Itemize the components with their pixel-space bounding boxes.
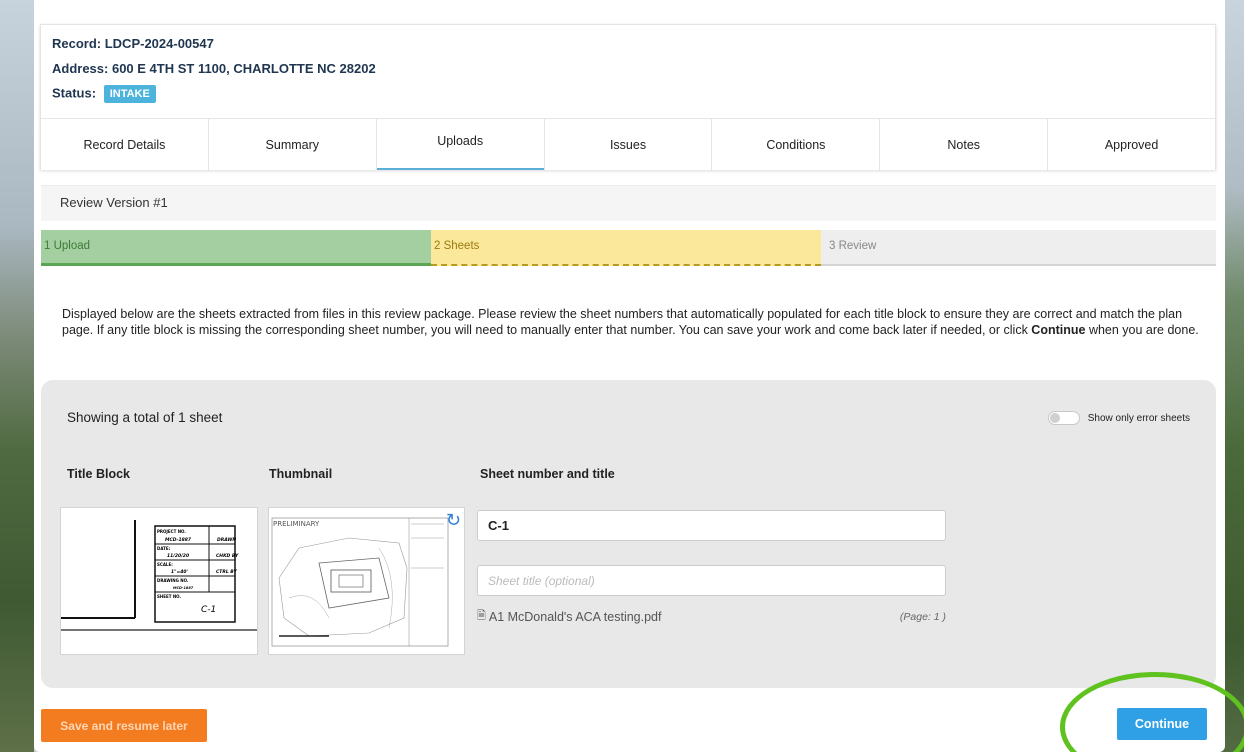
error-sheets-toggle[interactable] — [1047, 411, 1080, 425]
tab-uploads[interactable]: Uploads — [376, 119, 545, 170]
title-block-drawing: PROJECT NO. MCD-1887 DATE: 11/20/20 SCAL… — [61, 520, 257, 631]
pdf-file-icon: 🗎 — [477, 610, 486, 622]
tb-drawing-value: MCD-1887 — [173, 586, 194, 590]
toggle-knob — [1049, 413, 1060, 423]
thumbnail-preliminary-text: PRELIMINARY — [273, 520, 320, 528]
tb-project-label: PROJECT NO. — [157, 529, 186, 534]
column-sheet-number-title: Sheet number and title — [480, 467, 615, 481]
sheet-total-label: Showing a total of 1 sheet — [67, 410, 223, 425]
column-title-block: Title Block — [67, 467, 130, 481]
instructions-text: Displayed below are the sheets extracted… — [62, 306, 1212, 338]
status-badge: INTAKE — [103, 85, 156, 103]
tb-project-value: MCD-1887 — [165, 537, 192, 543]
record-tabs: Record Details Summary Uploads Issues Co… — [41, 118, 1216, 170]
instructions-continue-bold: Continue — [1031, 323, 1086, 337]
instructions-part1: Displayed below are the sheets extracted… — [62, 307, 1183, 337]
record-id: Record: LDCP-2024-00547 — [52, 36, 214, 51]
sheet-number-input[interactable] — [477, 510, 946, 541]
sheet-title-input[interactable] — [477, 565, 946, 596]
background-left — [0, 0, 34, 752]
source-page-number: (Page: 1 ) — [899, 610, 946, 623]
save-and-resume-button[interactable]: Save and resume later — [41, 709, 207, 742]
tab-issues[interactable]: Issues — [544, 119, 713, 170]
step-upload[interactable]: 1 Upload — [41, 230, 431, 266]
tb-drawing-label: DRAWING NO. — [157, 578, 189, 583]
tb-date-label: DATE: — [157, 546, 171, 551]
title-block-preview[interactable]: PROJECT NO. MCD-1887 DATE: 11/20/20 SCAL… — [60, 507, 258, 655]
review-version-header: Review Version #1 — [41, 185, 1216, 221]
tab-notes[interactable]: Notes — [880, 119, 1049, 170]
tab-conditions[interactable]: Conditions — [712, 119, 881, 170]
tab-summary[interactable]: Summary — [208, 119, 377, 170]
tb-sheet-label: SHEET NO. — [157, 594, 181, 599]
tb-date-value: 11/20/20 — [167, 553, 189, 559]
step-sheets[interactable]: 2 Sheets — [431, 230, 821, 266]
tb-chkd-label: CHKD BY — [216, 553, 239, 559]
tb-sheet-value: C-1 — [201, 605, 216, 615]
tb-scale-value: 1"=40' — [171, 569, 188, 575]
tab-record-details[interactable]: Record Details — [41, 119, 209, 170]
error-sheets-toggle-label: Show only error sheets — [1087, 412, 1190, 424]
tb-drawn-label: DRAWN — [217, 537, 236, 543]
sheet-thumbnail[interactable]: PRELIMINARY ↻ — [268, 507, 465, 655]
sheet-review-area: Showing a total of 1 sheet Show only err… — [41, 380, 1216, 688]
tab-approved[interactable]: Approved — [1048, 119, 1216, 170]
source-file-name[interactable]: A1 McDonald's ACA testing.pdf — [489, 610, 662, 624]
record-header-card: Record: LDCP-2024-00547 Address: 600 E 4… — [40, 24, 1216, 170]
record-panel: Record: LDCP-2024-00547 Address: 600 E 4… — [34, 0, 1225, 752]
column-thumbnail: Thumbnail — [269, 467, 333, 481]
instructions-part2: when you are done. — [1085, 323, 1199, 337]
status-label: Status: — [52, 85, 97, 101]
record-address: Address: 600 E 4TH ST 1100, CHARLOTTE NC… — [52, 61, 376, 76]
continue-button[interactable]: Continue — [1117, 708, 1207, 740]
progress-steps: 1 Upload 2 Sheets 3 Review — [41, 230, 1216, 266]
source-file-row: 🗎 A1 McDonald's ACA testing.pdf (Page: 1… — [477, 607, 946, 626]
thumbnail-drawing: PRELIMINARY — [271, 517, 449, 647]
step-review: 3 Review — [821, 230, 1216, 266]
record-status: Status: INTAKE — [52, 85, 156, 103]
tb-ctrl-label: CTRL BY — [216, 569, 237, 575]
tb-scale-label: SCALE: — [157, 562, 173, 567]
rotate-icon[interactable]: ↻ — [446, 510, 461, 531]
error-sheets-toggle-group: Show only error sheets — [1047, 411, 1190, 425]
